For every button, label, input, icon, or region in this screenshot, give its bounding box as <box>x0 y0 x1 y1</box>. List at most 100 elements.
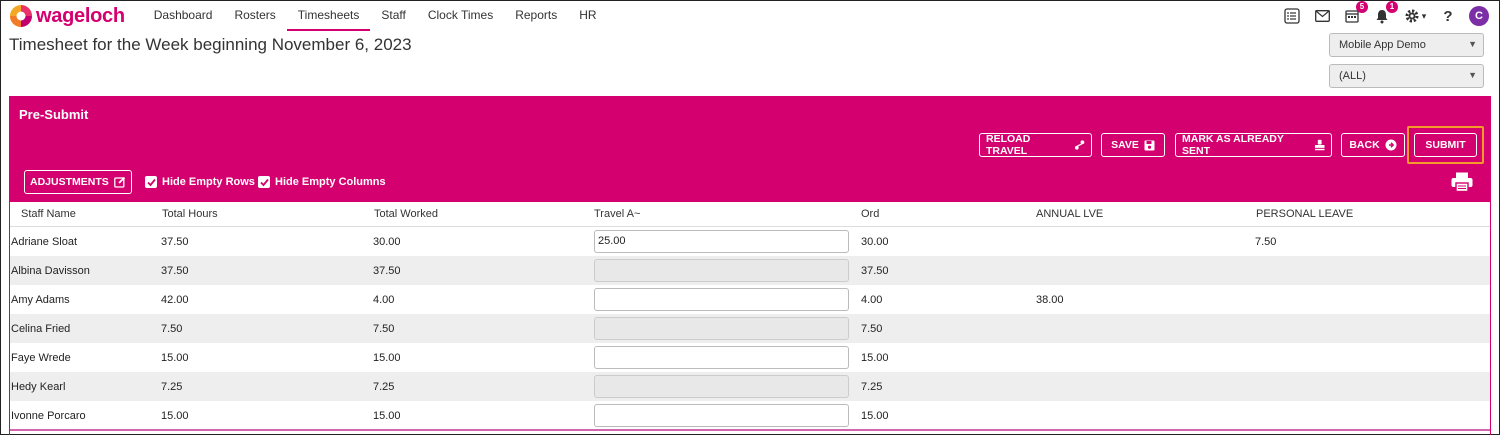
filter-select-value: (ALL) <box>1339 70 1366 82</box>
stamp-icon <box>1314 139 1325 151</box>
logo-icon <box>10 5 32 27</box>
travel-input[interactable] <box>594 346 849 369</box>
col-annual-lve[interactable]: ANNUAL LVE <box>1036 208 1103 220</box>
table-row: Albina Davisson 37.50 37.50 37.50 <box>10 256 1490 285</box>
nav-hr[interactable]: HR <box>568 1 607 31</box>
nav-rosters[interactable]: Rosters <box>223 1 286 31</box>
divider <box>10 429 1490 431</box>
route-icon <box>1074 140 1085 150</box>
table-row: Adriane Sloat 37.50 30.00 25.00 30.00 7.50 <box>10 227 1490 256</box>
nav-staff[interactable]: Staff <box>370 1 416 31</box>
pre-submit-panel: Pre-Submit RELOAD TRAVEL SAVE MARK AS AL… <box>9 96 1491 435</box>
adjustments-label: ADJUSTMENTS <box>30 176 109 188</box>
total-hours-cell: 7.25 <box>161 381 183 393</box>
ord-cell: 30.00 <box>861 236 889 248</box>
chevron-down-icon: ▼ <box>1468 70 1477 80</box>
nav-clock-times[interactable]: Clock Times <box>417 1 504 31</box>
bell-icon[interactable]: 1 <box>1373 1 1398 25</box>
staff-name[interactable]: Adriane Sloat <box>11 236 77 248</box>
adjustments-button[interactable]: ADJUSTMENTS <box>24 170 132 194</box>
panel-title: Pre-Submit <box>19 107 89 122</box>
nav-dashboard[interactable]: Dashboard <box>143 1 224 31</box>
total-hours-cell: 37.50 <box>161 265 189 277</box>
table-row: Hedy Kearl 7.25 7.25 7.25 <box>10 372 1490 401</box>
total-hours-cell: 42.00 <box>161 294 189 306</box>
ord-cell: 37.50 <box>861 265 889 277</box>
back-button[interactable]: BACK <box>1341 133 1405 157</box>
filter-select[interactable]: (ALL) ▼ <box>1329 64 1484 88</box>
hide-empty-rows-label: Hide Empty Rows <box>162 176 255 188</box>
company-select-value: Mobile App Demo <box>1339 39 1426 51</box>
staff-name[interactable]: Amy Adams <box>11 294 70 306</box>
col-staff-name[interactable]: Staff Name <box>21 208 76 220</box>
total-hours-cell: 7.50 <box>161 323 183 335</box>
mail-icon[interactable] <box>1313 7 1331 25</box>
travel-input[interactable] <box>594 288 849 311</box>
table-row: Celina Fried 7.50 7.50 7.50 <box>10 314 1490 343</box>
travel-input <box>594 259 849 282</box>
task-list-icon[interactable] <box>1283 7 1301 25</box>
chevron-down-icon: ▼ <box>1468 39 1477 49</box>
help-icon[interactable]: ? <box>1439 7 1457 25</box>
ord-cell: 7.25 <box>861 381 883 393</box>
submit-label: SUBMIT <box>1425 139 1466 151</box>
staff-name[interactable]: Albina Davisson <box>11 265 90 277</box>
col-ord[interactable]: Ord <box>861 208 879 220</box>
travel-input[interactable]: 25.00 <box>594 230 849 253</box>
calendar-icon[interactable]: 5 <box>1343 1 1368 25</box>
ord-cell: 4.00 <box>861 294 883 306</box>
hide-empty-columns-checkbox[interactable]: Hide Empty Columns <box>258 176 386 188</box>
company-select[interactable]: Mobile App Demo ▼ <box>1329 33 1484 57</box>
col-total-worked[interactable]: Total Worked <box>374 208 438 220</box>
hide-empty-rows-checkbox[interactable]: Hide Empty Rows <box>145 176 255 188</box>
total-hours-cell: 15.00 <box>161 352 189 364</box>
col-total-hours[interactable]: Total Hours <box>162 208 218 220</box>
save-button[interactable]: SAVE <box>1101 133 1165 157</box>
travel-input[interactable] <box>594 404 849 427</box>
reload-travel-label: RELOAD TRAVEL <box>986 133 1031 157</box>
edit-icon <box>113 176 125 188</box>
staff-name[interactable]: Celina Fried <box>11 323 70 335</box>
total-hours-cell: 15.00 <box>161 410 189 422</box>
submit-button[interactable]: SUBMIT <box>1414 133 1477 157</box>
col-travel[interactable]: Travel A~ <box>594 208 640 220</box>
back-label: BACK <box>1349 139 1380 151</box>
panel-header: Pre-Submit RELOAD TRAVEL SAVE MARK AS AL… <box>10 97 1490 202</box>
total-worked-cell: 37.50 <box>373 265 401 277</box>
gear-icon[interactable]: ▾ <box>1403 7 1427 25</box>
total-worked-cell: 15.00 <box>373 410 401 422</box>
logo[interactable]: wageloch <box>9 4 125 28</box>
table-row: Faye Wrede 15.00 15.00 15.00 <box>10 343 1490 372</box>
total-worked-cell: 15.00 <box>373 352 401 364</box>
staff-name[interactable]: Ivonne Porcaro <box>11 410 86 422</box>
nav-reports[interactable]: Reports <box>504 1 568 31</box>
print-icon[interactable] <box>1451 172 1473 192</box>
nav-tools: 5 1 ▾ ? C <box>1283 1 1489 31</box>
bell-badge: 1 <box>1386 1 1398 13</box>
table-header: Staff Name Total Hours Total Worked Trav… <box>10 202 1490 227</box>
total-worked-cell: 30.00 <box>373 236 401 248</box>
table-row: Ivonne Porcaro 15.00 15.00 15.00 <box>10 401 1490 430</box>
nav-timesheets[interactable]: Timesheets <box>286 1 371 31</box>
total-worked-cell: 7.50 <box>373 323 395 335</box>
travel-input <box>594 375 849 398</box>
col-personal-leave[interactable]: PERSONAL LEAVE <box>1256 208 1353 220</box>
ord-cell: 15.00 <box>861 410 889 422</box>
staff-name[interactable]: Faye Wrede <box>11 352 71 364</box>
travel-input <box>594 317 849 340</box>
ord-cell: 7.50 <box>861 323 883 335</box>
total-worked-cell: 7.25 <box>373 381 395 393</box>
table-row: Amy Adams 42.00 4.00 4.00 38.00 <box>10 285 1490 314</box>
checkmark-icon <box>145 176 157 188</box>
page-title: Timesheet for the Week beginning Novembe… <box>9 35 412 54</box>
avatar[interactable]: C <box>1469 6 1489 26</box>
chevron-down-icon: ▾ <box>1421 10 1427 21</box>
floppy-icon <box>1144 140 1155 150</box>
reload-travel-button[interactable]: RELOAD TRAVEL <box>979 133 1092 157</box>
ord-cell: 15.00 <box>861 352 889 364</box>
hide-empty-columns-label: Hide Empty Columns <box>275 176 386 188</box>
mark-as-already-sent-button[interactable]: MARK AS ALREADY SENT <box>1175 133 1332 157</box>
staff-name[interactable]: Hedy Kearl <box>11 381 65 393</box>
arrow-circle-icon <box>1385 139 1397 151</box>
total-hours-cell: 37.50 <box>161 236 189 248</box>
